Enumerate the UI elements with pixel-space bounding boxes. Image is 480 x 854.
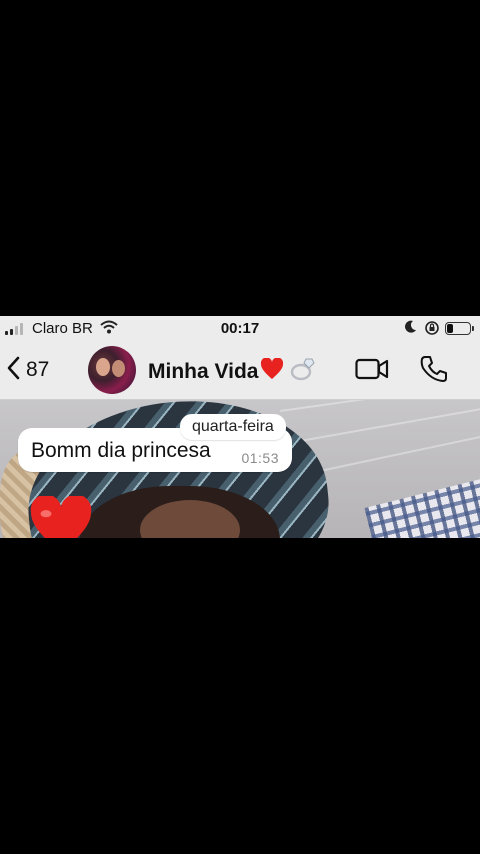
rotation-lock-icon: [424, 320, 440, 340]
moon-icon: [404, 320, 417, 337]
back-button[interactable]: 87: [6, 355, 49, 385]
contact-name[interactable]: Minha Vida: [148, 357, 316, 387]
chat-header: 87 Minha Vida: [0, 342, 480, 400]
contact-avatar[interactable]: [88, 346, 136, 394]
battery-icon: [445, 322, 474, 335]
heart-reaction-icon: [27, 494, 95, 538]
phone-screen: Claro BR 00:17 87 Minha Vida Bomm dia pr…: [0, 316, 480, 538]
video-call-icon[interactable]: [355, 356, 389, 387]
contact-name-text: Minha Vida: [148, 360, 259, 383]
ring-emoji-icon: [290, 357, 316, 387]
status-bar: Claro BR 00:17: [0, 316, 480, 342]
date-chip: quarta-feira: [180, 414, 286, 440]
message-time: 01:53: [241, 450, 279, 466]
heart-emoji-icon: [260, 357, 284, 386]
phone-call-icon[interactable]: [419, 354, 449, 389]
unread-count: 87: [26, 358, 50, 381]
message-text: Bomm dia princesa: [31, 439, 211, 462]
chevron-left-icon: [6, 356, 20, 385]
